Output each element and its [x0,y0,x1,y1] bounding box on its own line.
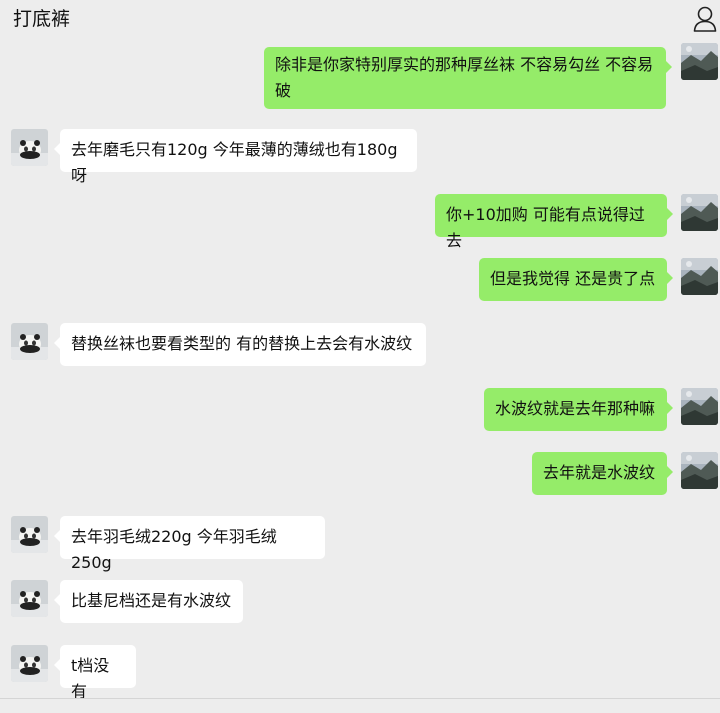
avatar[interactable] [681,452,718,489]
avatar[interactable] [11,516,48,553]
message-bubble[interactable]: 水波纹就是去年那种嘛 [484,388,673,431]
message-bubble[interactable]: 除非是你家特别厚实的那种厚丝袜 不容易勾丝 不容易破 [264,47,672,109]
message-bubble[interactable]: 替换丝袜也要看类型的 有的替换上去会有水波纹 [54,323,426,366]
avatar[interactable] [681,258,718,295]
avatar[interactable] [11,129,48,166]
avatar[interactable] [11,580,48,617]
chat-header: 打底裤 [0,0,720,46]
message-bubble[interactable]: t档没有 [54,645,136,701]
avatar[interactable] [681,194,718,231]
person-outline-icon[interactable] [693,5,717,33]
message-bubble[interactable]: 去年羽毛绒220g 今年羽毛绒250g [54,516,325,572]
avatar[interactable] [11,645,48,682]
avatar[interactable] [681,43,718,80]
message-bubble[interactable]: 去年就是水波纹 [532,452,673,495]
avatar[interactable] [11,323,48,360]
message-bubble[interactable]: 但是我觉得 还是贵了点 [479,258,673,301]
message-bubble[interactable]: 你+10加购 可能有点说得过去 [435,194,673,250]
chat-title: 打底裤 [13,8,71,30]
message-bubble[interactable]: 去年磨毛只有120g 今年最薄的薄绒也有180g呀 [54,129,417,185]
message-bubble[interactable]: 比基尼档还是有水波纹 [54,580,243,623]
avatar[interactable] [681,388,718,425]
input-bar-divider [0,698,720,699]
